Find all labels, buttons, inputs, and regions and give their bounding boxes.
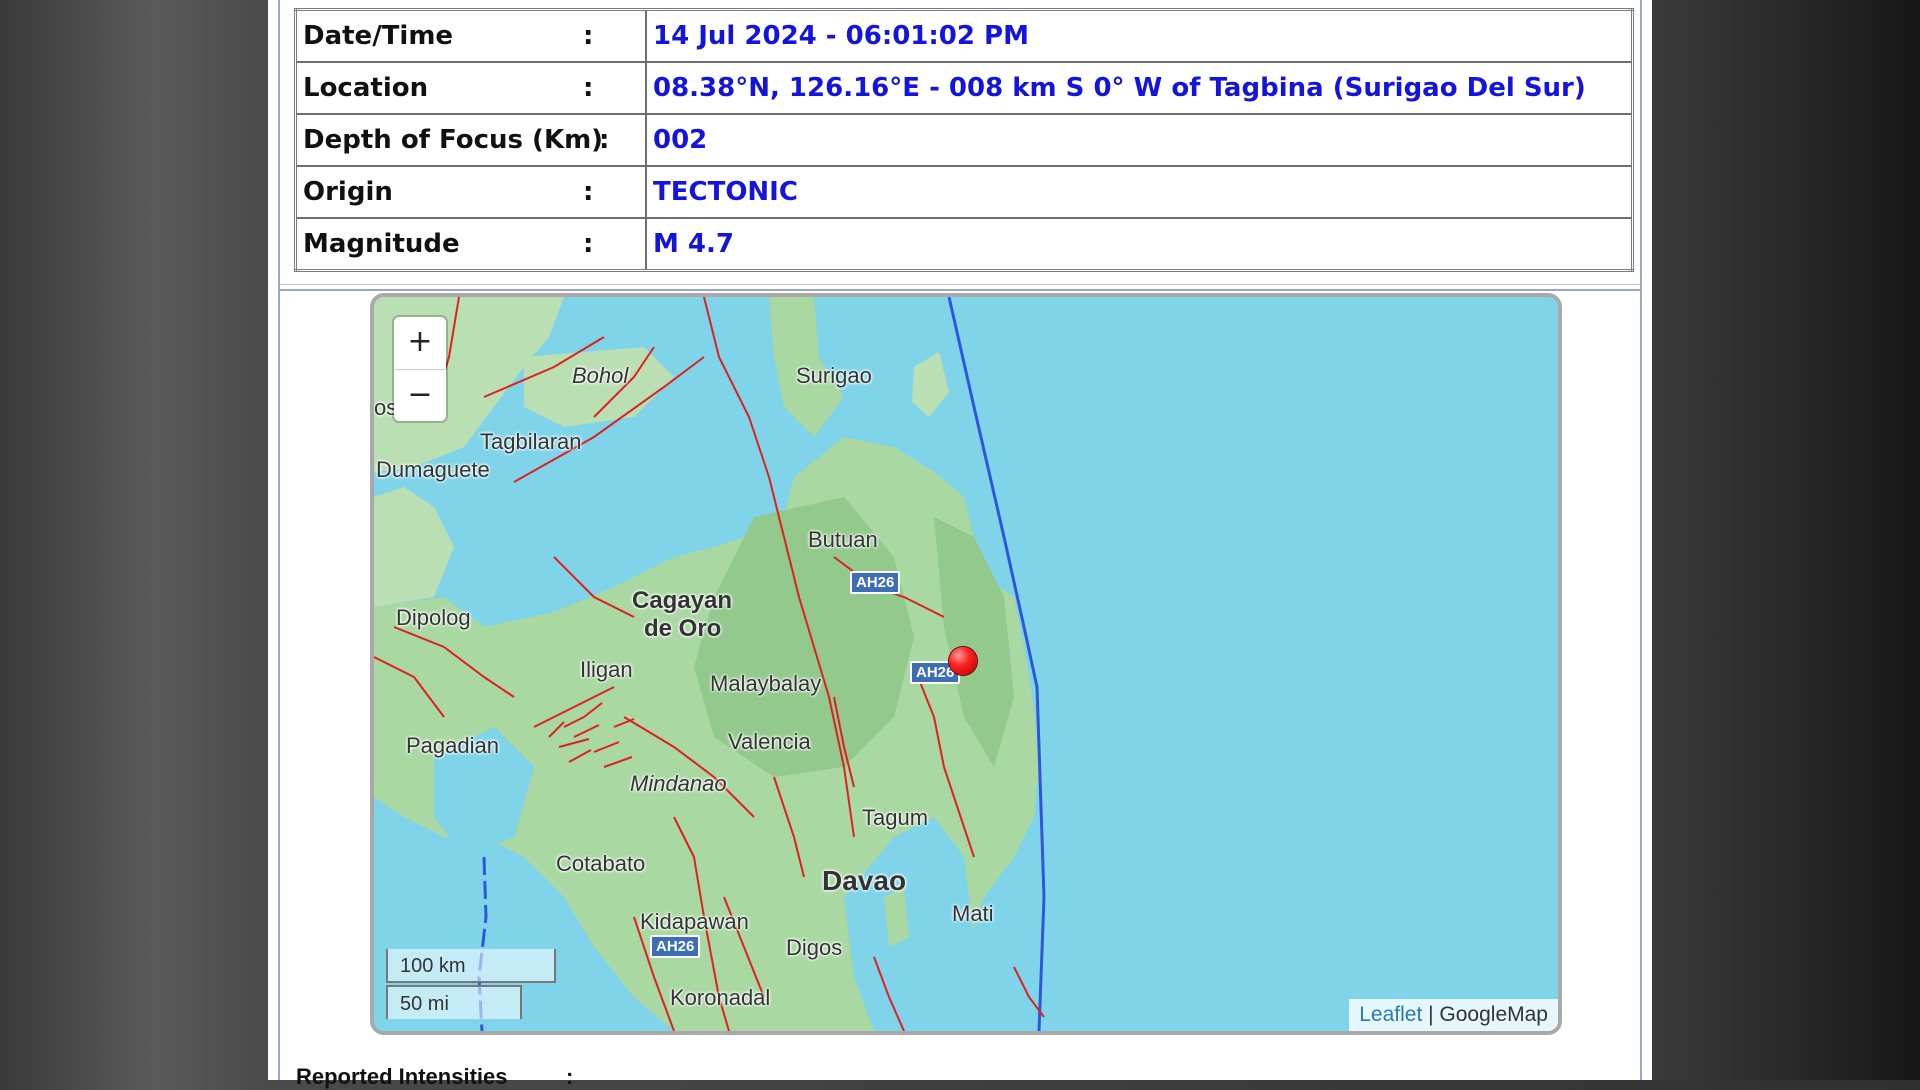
label-davao: Davao — [822, 865, 907, 896]
earthquake-info-table: Date/Time: 14 Jul 2024 - 06:01:02 PM Loc… — [294, 8, 1634, 272]
depth-label: Depth of Focus (Km) — [303, 125, 604, 155]
land-zamboanga — [374, 487, 454, 607]
scale-mi: 50 mi — [386, 985, 522, 1019]
label-pagadian: Pagadian — [406, 733, 499, 758]
label-cagayan: Cagayan — [632, 587, 733, 614]
reported-intensities-sep: : — [566, 1064, 574, 1089]
depth-value: 002 — [645, 113, 1634, 167]
label-kidapawan: Kidapawan — [640, 909, 749, 934]
row-magnitude: Magnitude: M 4.7 — [294, 217, 1634, 272]
label-butuan: Butuan — [808, 527, 878, 552]
zoom-out-button[interactable]: − — [394, 370, 446, 422]
label-koronadal: Koronadal — [670, 985, 771, 1010]
row-depth: Depth of Focus (Km): 002 — [294, 113, 1634, 167]
location-sep: : — [583, 73, 594, 103]
label-surigao: Surigao — [796, 363, 872, 388]
epicenter-marker[interactable] — [949, 647, 977, 675]
page: Date/Time: 14 Jul 2024 - 06:01:02 PM Loc… — [268, 0, 1652, 1089]
attribution-separator: | — [1422, 1003, 1440, 1026]
origin-value: TECTONIC — [645, 165, 1634, 219]
label-mati: Mati — [952, 901, 994, 926]
row-origin: Origin: TECTONIC — [294, 165, 1634, 219]
reported-intensities-heading: Reported Intensities : — [296, 1064, 573, 1090]
row-datetime: Date/Time: 14 Jul 2024 - 06:01:02 PM — [294, 8, 1634, 63]
label-dipolog: Dipolog — [396, 605, 471, 630]
origin-label: Origin — [303, 177, 393, 207]
magnitude-sep: : — [583, 229, 594, 259]
location-label: Location — [303, 73, 429, 103]
label-tagbilaran: Tagbilaran — [480, 429, 582, 454]
label-digos: Digos — [786, 935, 843, 960]
highway-shield-ah26: AH26 — [650, 935, 701, 958]
scale-control: 100 km 50 mi — [386, 949, 556, 1019]
magnitude-value: M 4.7 — [645, 217, 1634, 272]
label-cotabato: Cotabato — [556, 851, 646, 876]
epicenter-map[interactable]: Bohol Surigao os Tagbilaran Dumaguete Bu… — [370, 293, 1562, 1035]
label-bohol: Bohol — [572, 363, 629, 388]
map-attribution: Leaflet | GoogleMap — [1349, 999, 1558, 1031]
report-panel: Date/Time: 14 Jul 2024 - 06:01:02 PM Loc… — [278, 0, 1642, 1089]
datetime-value: 14 Jul 2024 - 06:01:02 PM — [645, 8, 1634, 63]
label-iligan: Iligan — [580, 657, 633, 682]
depth-sep: : — [599, 125, 610, 155]
label-dumaguete: Dumaguete — [376, 457, 490, 482]
zoom-control: + − — [394, 317, 446, 421]
label-malaybalay: Malaybalay — [710, 671, 822, 696]
scale-km: 100 km — [386, 949, 556, 983]
leaflet-link[interactable]: Leaflet — [1359, 1003, 1422, 1026]
divider — [280, 284, 1640, 291]
label-mindanao: Mindanao — [630, 771, 727, 796]
reported-intensities-label: Reported Intensities — [296, 1064, 508, 1089]
label-valencia: Valencia — [728, 729, 811, 754]
background-right — [1652, 0, 1920, 1080]
magnitude-label: Magnitude — [303, 229, 460, 259]
label-tagum: Tagum — [862, 805, 929, 830]
zoom-in-button[interactable]: + — [394, 317, 446, 370]
location-value: 08.38°N, 126.16°E - 008 km S 0° W of Tag… — [645, 61, 1634, 115]
origin-sep: : — [583, 177, 594, 207]
row-location: Location: 08.38°N, 126.16°E - 008 km S 0… — [294, 61, 1634, 115]
highway-shield-ah26: AH26 — [850, 571, 901, 594]
land-dinagat — [912, 352, 949, 417]
datetime-sep: : — [583, 21, 594, 51]
attribution-provider: GoogleMap — [1439, 1003, 1548, 1026]
datetime-label: Date/Time — [303, 21, 454, 51]
label-de-oro: de Oro — [644, 615, 722, 642]
